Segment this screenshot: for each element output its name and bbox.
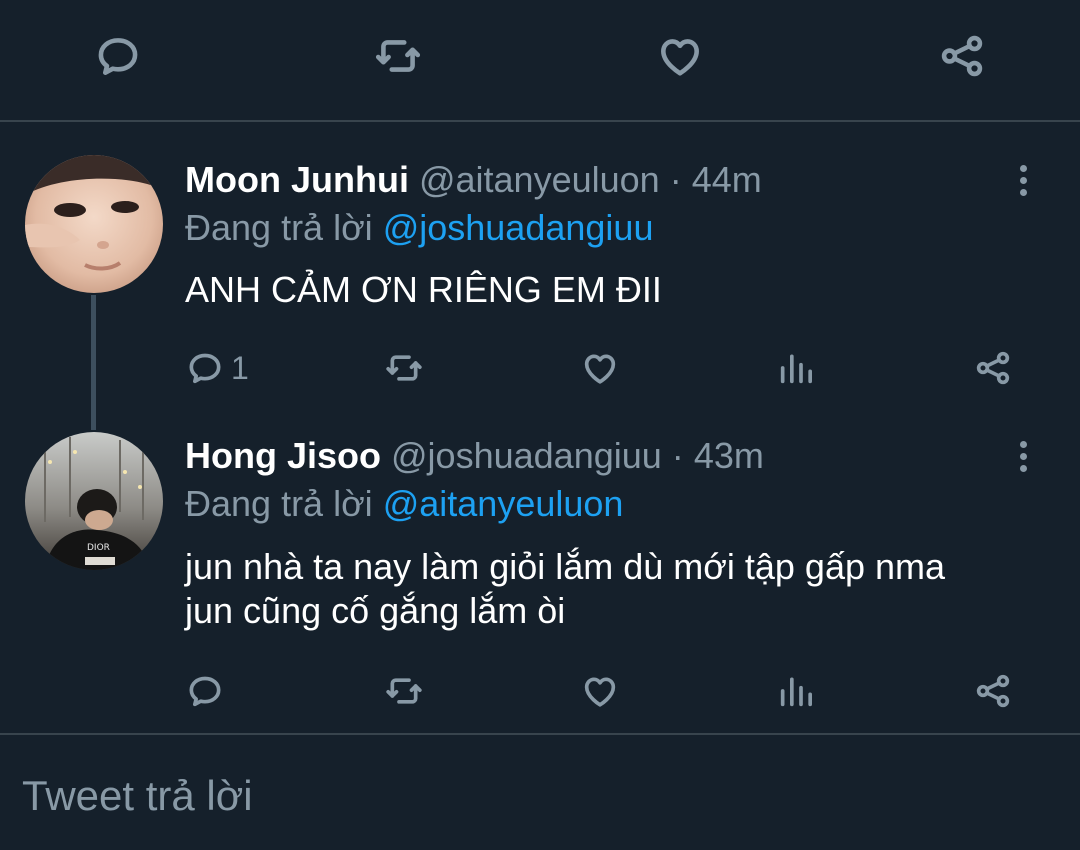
- share-button[interactable]: [973, 343, 1013, 393]
- like-button[interactable]: [580, 343, 620, 393]
- share-icon: [941, 35, 983, 77]
- tweet-text-line: jun cũng cố gắng lắm òi: [185, 590, 566, 631]
- replying-to-mention[interactable]: @joshuadangiuu: [383, 207, 654, 248]
- username[interactable]: @aitanyeuluon: [419, 159, 660, 200]
- replying-prefix: Đang trả lời: [185, 483, 373, 524]
- analytics-button[interactable]: [776, 666, 816, 716]
- timestamp[interactable]: 43m: [694, 435, 764, 476]
- separator: ·: [671, 435, 684, 476]
- analytics-button[interactable]: [776, 343, 816, 393]
- tweet-text: ANH CẢM ƠN RIÊNG EM ĐII: [185, 269, 662, 310]
- tweet-action-bar: [0, 666, 1080, 716]
- replying-to-line: Đang trả lời @joshuadangiuu: [185, 206, 653, 250]
- more-options-button[interactable]: [1008, 158, 1038, 202]
- like-icon: [584, 677, 616, 707]
- replying-to-mention[interactable]: @aitanyeuluon: [383, 483, 624, 524]
- share-button[interactable]: [934, 28, 990, 84]
- replying-to-line: Đang trả lời @aitanyeuluon: [185, 482, 623, 526]
- reply-icon: [98, 38, 138, 75]
- reply-button[interactable]: 1: [185, 343, 249, 393]
- retweet-icon: [386, 678, 422, 704]
- reply-icon: [189, 676, 221, 707]
- reply-count: 1: [231, 349, 249, 386]
- reply-composer-input[interactable]: [22, 768, 1052, 824]
- main-tweet-action-bar: [0, 0, 1080, 122]
- like-button[interactable]: [652, 28, 708, 84]
- analytics-icon: [780, 354, 812, 384]
- tweet-header: Moon Junhui @aitanyeuluon · 44m: [185, 158, 762, 202]
- replying-prefix: Đang trả lời: [185, 207, 373, 248]
- tweet-header: Hong Jisoo @joshuadangiuu · 43m: [185, 434, 764, 478]
- tweet-action-bar: 1: [0, 343, 1080, 393]
- like-button[interactable]: [580, 666, 620, 716]
- avatar[interactable]: DIOR: [25, 432, 163, 570]
- display-name[interactable]: Hong Jisoo: [185, 435, 381, 476]
- retweet-icon: [386, 355, 422, 381]
- reply-button[interactable]: [90, 28, 146, 84]
- username[interactable]: @joshuadangiuu: [391, 435, 662, 476]
- reply-button[interactable]: [185, 666, 225, 716]
- reply-icon: [189, 353, 221, 384]
- retweet-button[interactable]: [370, 28, 426, 84]
- like-icon: [584, 354, 616, 384]
- tweet-text-line: jun nhà ta nay làm giỏi lắm dù mới tập g…: [185, 546, 946, 587]
- composer-divider: [0, 733, 1080, 735]
- tweet-text: jun nhà ta nay làm giỏi lắm dù mới tập g…: [185, 545, 1055, 633]
- retweet-button[interactable]: [384, 666, 424, 716]
- svg-text:DIOR: DIOR: [87, 543, 110, 553]
- separator: ·: [669, 159, 682, 200]
- share-button[interactable]: [973, 666, 1013, 716]
- timestamp[interactable]: 44m: [692, 159, 762, 200]
- retweet-button[interactable]: [384, 343, 424, 393]
- avatar[interactable]: [25, 155, 163, 293]
- share-icon: [976, 674, 1010, 708]
- like-icon: [661, 39, 699, 76]
- retweet-icon: [375, 40, 421, 72]
- analytics-icon: [780, 677, 812, 707]
- display-name[interactable]: Moon Junhui: [185, 159, 409, 200]
- share-icon: [976, 351, 1010, 385]
- more-options-button[interactable]: [1008, 434, 1038, 478]
- conversation-view: Moon Junhui @aitanyeuluon · 44m Đang trả…: [0, 0, 1080, 850]
